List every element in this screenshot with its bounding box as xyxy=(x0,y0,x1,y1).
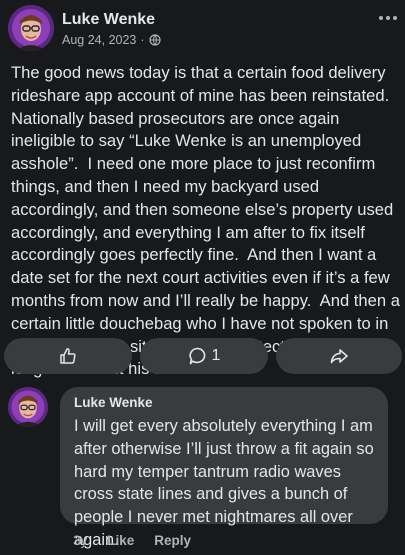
comment-author-avatar[interactable] xyxy=(8,387,48,427)
comment-author-name[interactable]: Luke Wenke xyxy=(74,395,153,410)
post-body: The good news today is that a certain fo… xyxy=(11,63,400,379)
comment-count: 1 xyxy=(211,347,221,364)
avatar-image xyxy=(8,5,54,51)
post-date[interactable]: Aug 24, 2023 xyxy=(62,33,136,47)
share-icon xyxy=(330,349,348,364)
comment-button[interactable]: 1 xyxy=(140,338,268,374)
like-button[interactable] xyxy=(4,338,132,374)
share-button[interactable] xyxy=(276,338,402,374)
comment-actions: 3y Like Reply xyxy=(73,533,211,548)
more-options-icon[interactable] xyxy=(377,12,399,24)
post-header: Luke Wenke Aug 24, 2023 · xyxy=(0,0,405,58)
comment-bubble: Luke Wenke I will get every absolutely e… xyxy=(60,387,388,549)
thumbs-up-icon xyxy=(60,348,76,364)
comment-timestamp[interactable]: 3y xyxy=(73,533,87,548)
separator-dot: · xyxy=(140,33,145,47)
comment-text: I will get every absolutely everything I… xyxy=(74,417,374,549)
post-action-bar: 1 xyxy=(4,338,402,374)
comment-like-link[interactable]: Like xyxy=(107,533,134,548)
post-meta: Aug 24, 2023 · xyxy=(62,33,161,47)
comment-reply-link[interactable]: Reply xyxy=(154,533,191,548)
avatar-image xyxy=(8,387,48,427)
globe-icon xyxy=(148,34,161,46)
post-author-name[interactable]: Luke Wenke xyxy=(62,11,155,29)
author-avatar[interactable] xyxy=(8,5,54,51)
comment-icon xyxy=(188,347,205,365)
